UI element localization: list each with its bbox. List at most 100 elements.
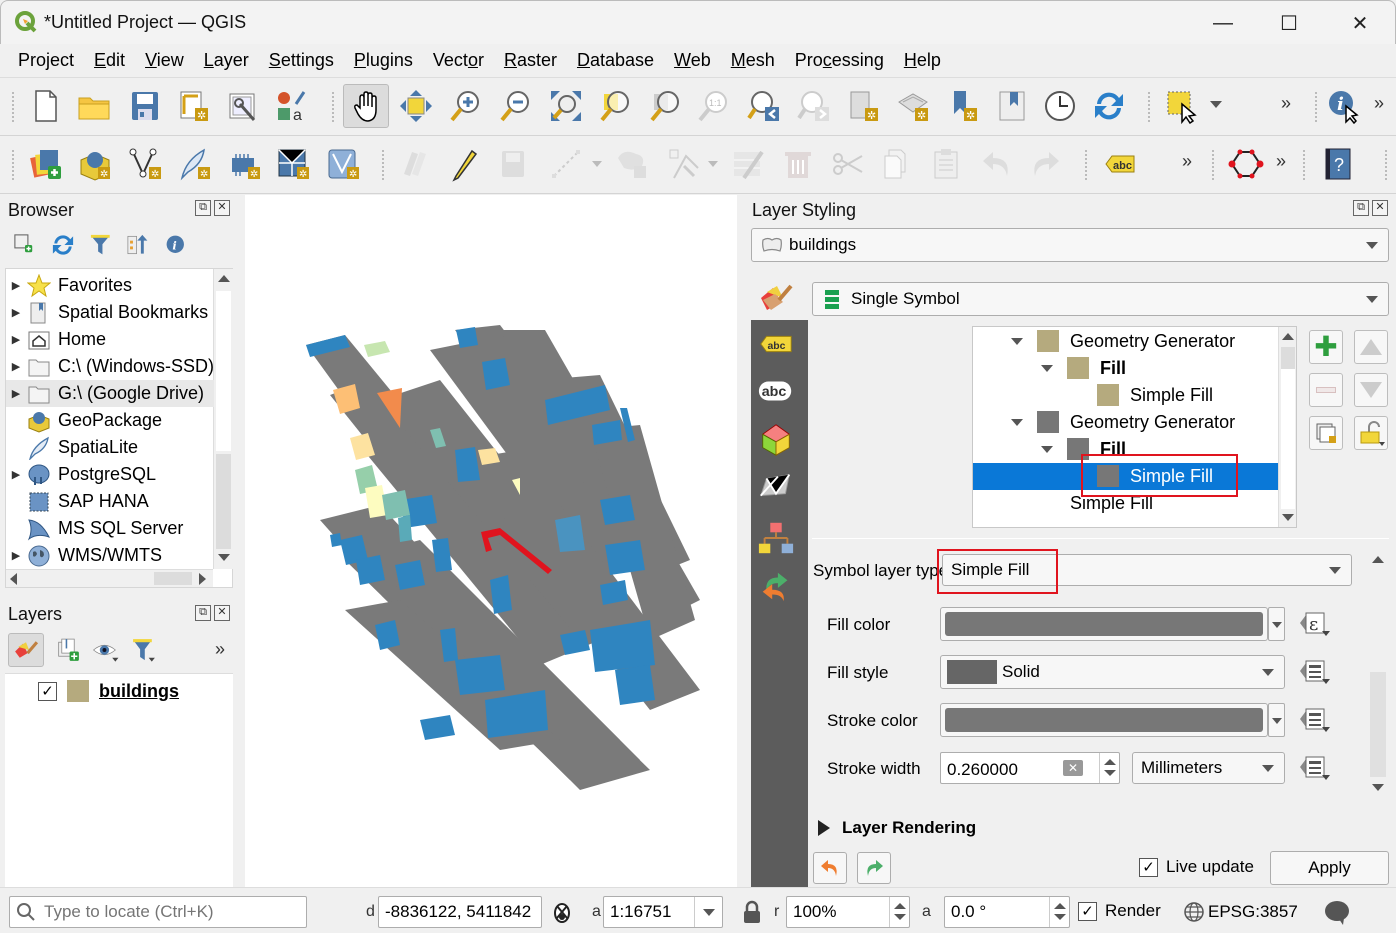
new-bookmark-button[interactable]: ✲ — [944, 86, 984, 126]
temporal-controller-button[interactable] — [1040, 86, 1080, 126]
browser-item-postgresql[interactable]: ▶ PostgreSQL — [6, 461, 214, 488]
stroke-color-dropdown[interactable] — [1268, 703, 1285, 737]
fill-color-button[interactable] — [940, 607, 1268, 641]
filter-button[interactable] — [88, 232, 116, 260]
symbol-tree-item[interactable]: Geometry Generator — [973, 328, 1278, 355]
undo-button[interactable] — [977, 144, 1017, 184]
new-map-view-button[interactable]: ✲ — [843, 86, 883, 126]
copy-button[interactable] — [877, 144, 917, 184]
add-selected-layers-button[interactable] — [12, 232, 40, 260]
collapse-all-button[interactable] — [125, 232, 153, 260]
symbol-tree-item[interactable]: Geometry Generator — [973, 409, 1278, 436]
move-up-button[interactable] — [1354, 330, 1388, 364]
new-virtual-layer-button[interactable]: ✲ — [273, 144, 313, 184]
paste-button[interactable] — [927, 144, 967, 184]
add-symbol-layer-button[interactable]: ✚ — [1309, 330, 1343, 364]
collapse-arrow-icon[interactable] — [1041, 446, 1053, 453]
menu-project[interactable]: Project — [8, 50, 84, 71]
close-panel-icon[interactable]: ✕ — [1372, 200, 1388, 216]
expand-arrow-icon[interactable]: ▶ — [6, 333, 26, 346]
expand-arrow-icon[interactable]: ▶ — [6, 549, 26, 562]
layer-rendering-section[interactable]: Layer Rendering — [818, 818, 976, 838]
browser-item-sap-hana[interactable]: SAP HANA — [6, 488, 214, 515]
toolbar-grip[interactable] — [12, 150, 16, 180]
float-panel-icon[interactable]: ⧉ — [1353, 200, 1369, 216]
toolbar-grip[interactable] — [1212, 150, 1216, 180]
pan-button[interactable] — [343, 84, 389, 128]
menu-processing[interactable]: Processing — [785, 50, 894, 71]
layer-item-buildings[interactable]: ✓ buildings — [38, 680, 179, 702]
locator-search[interactable] — [9, 896, 307, 928]
float-panel-icon[interactable]: ⧉ — [195, 605, 211, 621]
duplicate-symbol-layer-button[interactable] — [1309, 416, 1343, 450]
toolbar-overflow-chevron[interactable]: » — [1374, 93, 1384, 114]
coordinate-field[interactable]: -8836122, 5411842 — [378, 896, 542, 928]
undo-style-button[interactable] — [813, 852, 847, 884]
browser-item-geopackage[interactable]: GeoPackage — [6, 407, 214, 434]
mouse-tracking-icon[interactable] — [550, 898, 574, 924]
delete-selected-button[interactable] — [778, 144, 818, 184]
menu-vector[interactable]: Vector — [423, 50, 494, 71]
fill-style-combo[interactable]: Solid — [940, 655, 1285, 689]
styling-tab-labels[interactable]: abc — [756, 324, 796, 364]
expand-arrow-icon[interactable]: ▶ — [6, 279, 26, 292]
menu-mesh[interactable]: Mesh — [721, 50, 785, 71]
map-canvas[interactable] — [245, 195, 737, 887]
stroke-width-spinbox[interactable]: 0.260000 ✕ — [940, 752, 1120, 784]
toolbar-overflow-chevron[interactable]: » — [1281, 93, 1291, 114]
style-manager-button[interactable]: a — [272, 86, 312, 126]
apply-button[interactable]: Apply — [1270, 851, 1389, 885]
browser-item-spatial-bookmarks[interactable]: ▶ Spatial Bookmarks — [6, 299, 214, 326]
new-3d-map-view-button[interactable]: ✲ — [893, 86, 933, 126]
minimize-button[interactable]: — — [1200, 7, 1246, 39]
browser-item-g-google-drive[interactable]: ▶ G:\ (Google Drive) — [6, 380, 214, 407]
toggle-editing-button[interactable] — [444, 144, 484, 184]
styling-tab-3d-view[interactable] — [756, 420, 796, 460]
dropdown-arrow[interactable] — [708, 161, 718, 167]
zoom-out-button[interactable] — [496, 86, 536, 126]
render-checkbox[interactable]: ✓ Render — [1078, 901, 1161, 921]
browser-item-home[interactable]: ▶ Home — [6, 326, 214, 353]
new-temporary-layer-button[interactable]: ✲ — [224, 144, 264, 184]
collapse-arrow-icon[interactable] — [1041, 365, 1053, 372]
menu-settings[interactable]: Settings — [259, 50, 344, 71]
toolbar-grip[interactable] — [1315, 92, 1319, 122]
zoom-full-button[interactable] — [546, 86, 586, 126]
close-panel-icon[interactable]: ✕ — [214, 200, 230, 216]
stroke-color-data-defined-button[interactable] — [1298, 705, 1334, 735]
dropdown-arrow[interactable] — [592, 161, 602, 167]
new-print-layout-button[interactable]: ✲ — [174, 86, 214, 126]
clear-icon[interactable]: ✕ — [1063, 760, 1083, 776]
lock-scale-icon[interactable] — [742, 900, 762, 924]
menu-plugins[interactable]: Plugins — [344, 50, 423, 71]
identify-button[interactable]: i — [1324, 86, 1364, 126]
symbol-tree-scrollbar[interactable] — [1278, 327, 1296, 527]
expand-arrow-icon[interactable]: ▶ — [6, 306, 26, 319]
modify-attributes-button[interactable] — [728, 144, 768, 184]
expand-arrow-icon[interactable]: ▶ — [6, 360, 26, 373]
refresh-button[interactable] — [1089, 86, 1129, 126]
maximize-button[interactable]: ☐ — [1266, 7, 1312, 39]
toolbar-grip[interactable] — [1303, 150, 1307, 180]
add-polygon-button[interactable] — [612, 144, 652, 184]
vertex-tool-button[interactable] — [664, 144, 704, 184]
float-panel-icon[interactable]: ⧉ — [195, 200, 211, 216]
new-spatialite-layer-button[interactable]: ✲ — [174, 144, 214, 184]
toolbar-grip[interactable] — [382, 150, 386, 180]
new-project-button[interactable] — [25, 86, 65, 126]
refresh-button[interactable] — [50, 232, 78, 260]
fill-style-data-defined-button[interactable] — [1298, 657, 1334, 687]
scale-combo[interactable]: 1:16751 — [603, 896, 723, 928]
zoom-native-button[interactable]: 1:1 — [694, 86, 734, 126]
menu-view[interactable]: View — [135, 50, 194, 71]
toolbar-grip[interactable] — [1148, 92, 1152, 122]
select-dropdown-arrow[interactable] — [1210, 101, 1222, 108]
toolbar-grip[interactable] — [332, 92, 336, 122]
live-update-check[interactable]: ✓ — [1139, 857, 1158, 877]
redo-button[interactable] — [1025, 144, 1065, 184]
menu-raster[interactable]: Raster — [494, 50, 567, 71]
cut-button[interactable] — [828, 144, 868, 184]
fill-color-data-defined-button[interactable]: ε — [1298, 609, 1334, 639]
redo-style-button[interactable] — [857, 852, 891, 884]
stroke-width-stepper[interactable] — [1099, 753, 1119, 783]
